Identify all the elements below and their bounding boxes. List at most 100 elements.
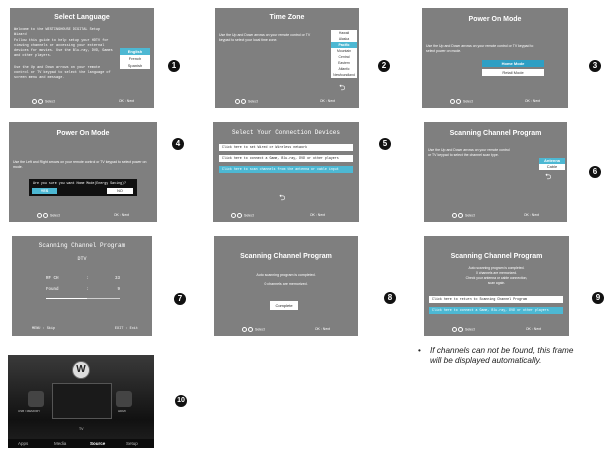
arrow-icon — [32, 99, 37, 104]
tab-apps[interactable]: Apps — [18, 441, 28, 446]
tab-media[interactable]: Media — [54, 441, 66, 446]
option-spanish[interactable]: Spanish — [120, 62, 150, 69]
arrow-icon — [458, 213, 463, 218]
scan-mode-label: DTV — [77, 256, 87, 262]
arrow-icon — [231, 213, 236, 218]
next-hint: OK : Next — [525, 327, 541, 331]
arrow-icon — [450, 99, 455, 104]
screen-select-language: Select Language Welcome to the WESTINGHO… — [10, 8, 154, 108]
tab-source[interactable]: Source — [90, 441, 105, 446]
screen-footer: Select OK : Next — [9, 213, 157, 219]
step-badge: 7 — [174, 293, 186, 305]
return-icon[interactable]: ⮌ — [339, 84, 345, 92]
select-hint: Select — [32, 99, 55, 104]
arrow-icon — [43, 213, 48, 218]
select-hint: Select — [452, 213, 475, 218]
intro-paragraph: Follow this guide to help setup your HDT… — [14, 39, 113, 58]
screen-power-on-confirm: Power On Mode Use the Left and Right arr… — [9, 122, 157, 222]
select-hint: Select — [242, 327, 265, 332]
select-label: Select — [464, 327, 475, 332]
option-newfoundland[interactable]: Newfoundland — [331, 72, 357, 78]
found-separator: : — [86, 288, 89, 292]
return-icon[interactable]: ⮌ — [545, 173, 551, 181]
arrow-icon — [235, 99, 240, 104]
channels-memorized-text: 0 channels are memorized. — [476, 271, 517, 275]
tab-setup[interactable]: Setup — [126, 441, 138, 446]
welcome-text: Welcome to the WESTINGHOUSE DIGITAL Setu… — [14, 28, 101, 37]
source-label-tv: TV — [79, 427, 84, 431]
complete-button[interactable]: Complete — [270, 301, 298, 310]
screen-footer: Select OK : Next — [214, 327, 358, 333]
rf-channel-label: RF CH — [46, 277, 59, 281]
option-home-mode[interactable]: Home Mode — [482, 60, 544, 67]
option-retail-mode[interactable]: Retail Mode — [482, 69, 544, 76]
brand-logo: W — [72, 361, 90, 379]
screen-scan-type: Scanning Channel Program Use the Up and … — [424, 122, 567, 222]
step-badge: 4 — [172, 138, 184, 150]
skip-hint: MENU : Skip — [32, 327, 56, 331]
instruction-paragraph: Use the Up and Down arrows on your remot… — [428, 148, 510, 157]
rf-channel-row: RF CH : 33 — [46, 277, 120, 281]
no-button[interactable]: NO — [107, 188, 133, 194]
arrow-icon — [237, 213, 242, 218]
step-badge: 10 — [175, 395, 187, 407]
screen-footer: Select OK : Next — [424, 213, 567, 219]
rf-channel-value: 33 — [114, 277, 120, 281]
arrow-icon — [38, 99, 43, 104]
step-badge: 9 — [592, 292, 604, 304]
check-connection-text: Check your antenna or cable connection, — [465, 276, 528, 280]
yes-button[interactable]: YES — [32, 188, 57, 194]
row-game-players[interactable]: Click here to connect a Game, Blu-ray, D… — [219, 155, 353, 162]
row-return-scanning[interactable]: Click here to return to Scanning Channel… — [429, 296, 563, 303]
arrow-icon — [456, 99, 461, 104]
screen-power-on-mode: Power On Mode Use the Up and Down arrows… — [422, 8, 568, 108]
usb-device-icon — [28, 391, 44, 407]
select-hint: Select — [231, 213, 254, 218]
screen-footer: Select OK : Next — [424, 327, 569, 333]
select-label: Select — [464, 213, 475, 218]
screen-title: Scanning Channel Program — [38, 242, 126, 249]
return-icon[interactable]: ⮌ — [279, 194, 285, 202]
screen-footer: Select OK : Next — [213, 213, 359, 219]
screen-time-zone: Time Zone Use the Up and Down arrows on … — [215, 8, 359, 108]
select-hint: Select — [235, 99, 258, 104]
select-label: Select — [49, 213, 60, 218]
select-hint: Select — [450, 99, 473, 104]
screen-no-channels-found: Scanning Channel Program Auto scanning p… — [424, 236, 569, 336]
scan-complete-text: Auto scanning program is completed. — [256, 273, 316, 277]
arrow-icon — [458, 327, 463, 332]
step-badge: 5 — [379, 138, 391, 150]
step-badge: 3 — [589, 60, 601, 72]
row-game-players[interactable]: Click here to connect a Game, Blu-ray, D… — [429, 307, 563, 314]
found-label: Found — [46, 288, 59, 292]
screen-title: Scanning Channel Program — [240, 253, 332, 260]
row-scan-channels[interactable]: Click here to scan channels from the ant… — [219, 166, 353, 173]
instruction-paragraph: Use the Left and Right arrows on your re… — [13, 160, 147, 169]
select-label: Select — [254, 327, 265, 332]
option-french[interactable]: French — [120, 55, 150, 62]
note-bullet: • — [418, 346, 421, 355]
instruction-paragraph: Use the Up and Down arrows on your remot… — [219, 33, 311, 42]
step-badge: 8 — [384, 292, 396, 304]
brand-logo-letter: W — [76, 364, 86, 375]
row-network[interactable]: Click here to set Wired or Wireless netw… — [219, 144, 353, 151]
next-hint: OK : Next — [113, 213, 129, 217]
option-english[interactable]: English — [120, 48, 150, 55]
home-tab-bar: Apps Media Source Setup — [8, 439, 154, 448]
option-cable[interactable]: Cable — [539, 164, 565, 170]
screen-title: Scanning Channel Program — [449, 130, 542, 137]
screen-title: Power On Mode — [468, 16, 522, 23]
select-label: Select — [247, 99, 258, 104]
screen-title: Time Zone — [269, 14, 305, 21]
language-list: English French Spanish — [120, 48, 150, 69]
screen-footer: Select OK : Next — [215, 99, 359, 105]
step-badge: 1 — [168, 60, 180, 72]
arrow-icon — [242, 327, 247, 332]
select-hint: Select — [452, 327, 475, 332]
arrow-icon — [248, 327, 253, 332]
screen-scan-complete: Scanning Channel Program Auto scanning p… — [214, 236, 358, 336]
confirm-dialog: Are you sure you want Home Mode(Energy S… — [29, 179, 137, 196]
hdmi-device-icon — [116, 391, 132, 407]
select-label: Select — [462, 99, 473, 104]
next-hint: OK : Next — [319, 99, 335, 103]
